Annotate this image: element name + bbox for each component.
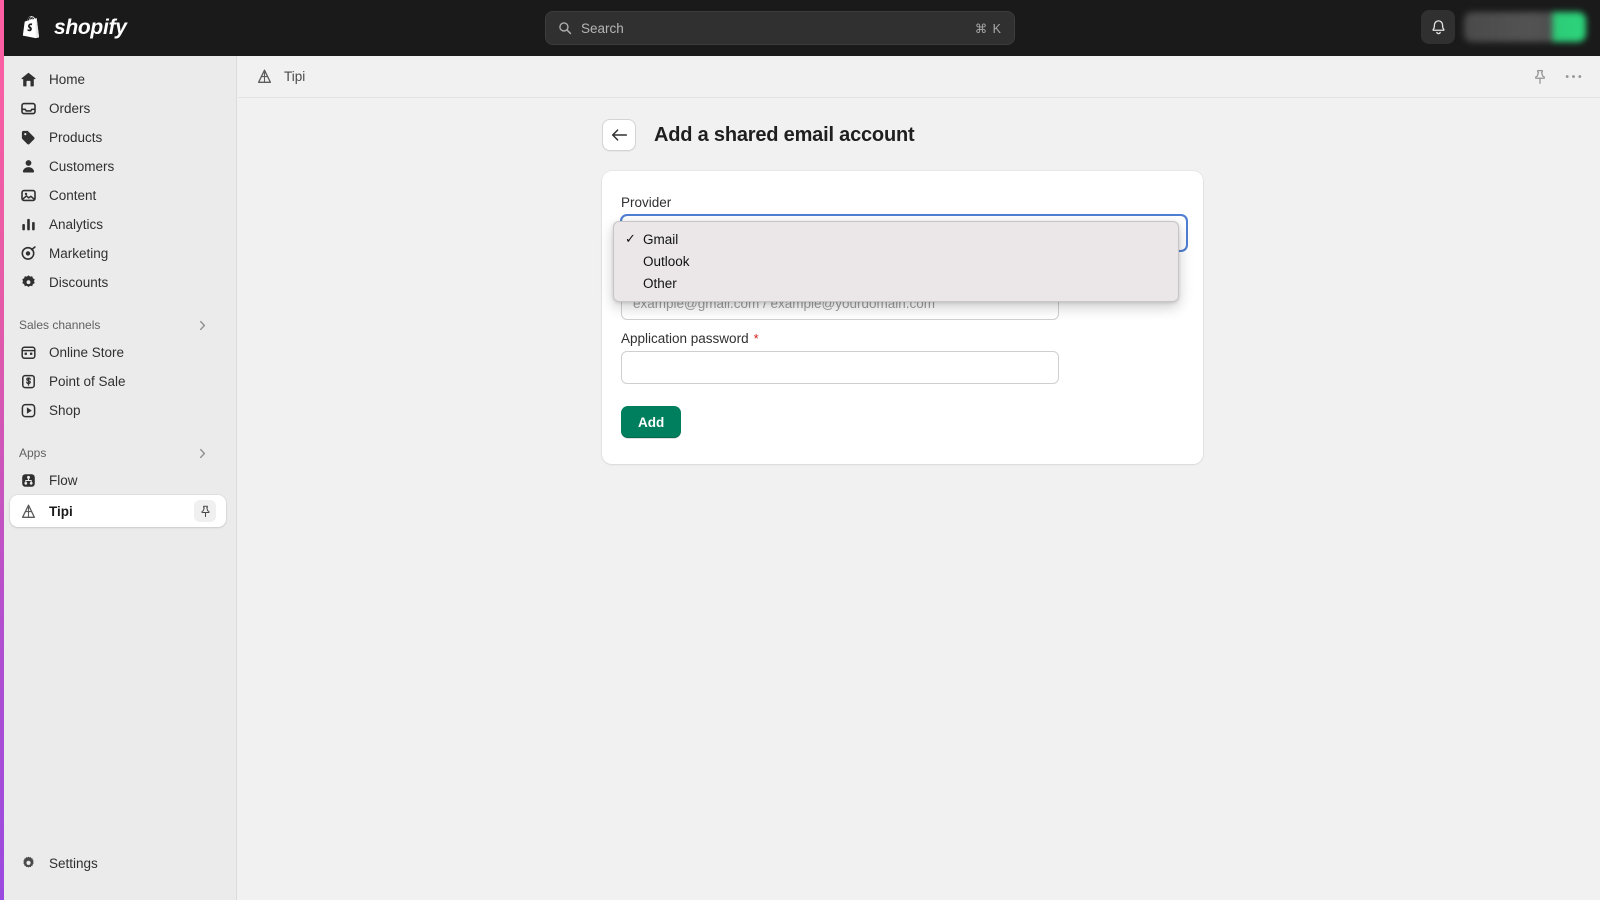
sidebar-item-label: Online Store xyxy=(49,345,124,360)
sidebar-item-customers[interactable]: Customers xyxy=(10,152,226,180)
group-title: Apps xyxy=(19,446,46,460)
sidebar-item-marketing[interactable]: Marketing xyxy=(10,239,226,267)
sidebar-item-products[interactable]: Products xyxy=(10,123,226,151)
global-search[interactable]: Search ⌘ K xyxy=(545,11,1015,45)
sidebar-item-label: Settings xyxy=(49,856,98,871)
sidebar-item-tipi[interactable]: Tipi xyxy=(10,495,226,527)
provider-select-shell: ✓ Gmail Outlook Other xyxy=(621,215,1183,251)
sidebar-item-shop[interactable]: Shop xyxy=(10,396,226,424)
bell-icon xyxy=(1430,19,1447,36)
group-title: Sales channels xyxy=(19,318,100,332)
sidebar-item-label: Home xyxy=(49,72,85,87)
provider-option-other[interactable]: Other xyxy=(614,272,1178,294)
home-icon xyxy=(20,71,37,88)
sidebar-item-label: Customers xyxy=(49,159,114,174)
back-button[interactable] xyxy=(602,119,636,151)
chevron-right-icon xyxy=(197,320,208,331)
customer-person-icon xyxy=(20,158,37,175)
marketing-target-icon xyxy=(20,245,37,262)
app-password-label: Application password xyxy=(621,331,749,346)
left-edge-accent-stripe xyxy=(0,0,4,900)
flow-icon xyxy=(20,472,37,489)
products-tag-icon xyxy=(20,129,37,146)
search-placeholder: Search xyxy=(581,21,975,36)
app-title-group: Tipi xyxy=(256,68,305,85)
sidebar-item-label: Products xyxy=(49,130,102,145)
option-label: Outlook xyxy=(643,254,690,269)
sidebar-item-discounts[interactable]: Discounts xyxy=(10,268,226,296)
topbar-right-actions xyxy=(1421,10,1586,44)
main-sidebar: Home Orders Products Customers Content xyxy=(0,56,237,900)
sidebar-item-tipi-content: Tipi xyxy=(20,503,73,520)
arrow-left-icon xyxy=(611,128,628,142)
app-header-actions xyxy=(1532,69,1582,85)
tipi-teepee-icon xyxy=(256,68,273,85)
provider-label: Provider xyxy=(621,195,671,210)
app-password-label-row: Application password * xyxy=(621,331,1183,346)
sidebar-item-analytics[interactable]: Analytics xyxy=(10,210,226,238)
sidebar-item-label: Point of Sale xyxy=(49,374,126,389)
point-of-sale-icon xyxy=(20,373,37,390)
sidebar-item-point-of-sale[interactable]: Point of Sale xyxy=(10,367,226,395)
page-header: Add a shared email account xyxy=(602,119,914,151)
pin-icon[interactable] xyxy=(1532,69,1548,85)
sidebar-item-label: Flow xyxy=(49,473,78,488)
sidebar-item-flow[interactable]: Flow xyxy=(10,466,226,494)
embedded-app-header: Tipi xyxy=(238,56,1600,98)
add-email-account-card: Provider ✓ Gmail Outlook Other xyxy=(602,171,1203,464)
sidebar-item-online-store[interactable]: Online Store xyxy=(10,338,226,366)
sidebar-primary-nav: Home Orders Products Customers Content xyxy=(0,56,236,527)
shopify-brand-wordmark: shopify xyxy=(54,16,127,40)
gear-icon xyxy=(20,855,37,872)
sidebar-item-label: Content xyxy=(49,188,96,203)
online-store-icon xyxy=(20,344,37,361)
analytics-bars-icon xyxy=(20,216,37,233)
shopify-bag-icon xyxy=(22,16,45,41)
search-icon xyxy=(558,21,572,35)
app-password-input[interactable] xyxy=(621,351,1059,384)
more-horizontal-icon[interactable] xyxy=(1565,74,1582,79)
shop-icon xyxy=(20,402,37,419)
sidebar-item-label: Analytics xyxy=(49,217,103,232)
app-password-field-group: Application password * xyxy=(621,331,1183,384)
tipi-teepee-icon xyxy=(20,503,37,520)
pin-app-button[interactable] xyxy=(194,500,216,522)
app-name-label: Tipi xyxy=(284,69,305,84)
chevron-right-icon xyxy=(197,448,208,459)
provider-label-row: Provider xyxy=(621,195,1183,210)
option-label: Gmail xyxy=(643,232,678,247)
add-button[interactable]: Add xyxy=(621,406,681,438)
required-marker: * xyxy=(754,332,759,345)
sidebar-item-label: Orders xyxy=(49,101,90,116)
global-topbar: shopify Search ⌘ K xyxy=(0,0,1600,56)
orders-inbox-icon xyxy=(20,100,37,117)
content-image-icon xyxy=(20,187,37,204)
sidebar-item-home[interactable]: Home xyxy=(10,65,226,93)
search-shortcut-hint: ⌘ K xyxy=(975,21,1002,36)
sidebar-group-sales-channels[interactable]: Sales channels xyxy=(10,312,226,338)
provider-dropdown-menu: ✓ Gmail Outlook Other xyxy=(613,221,1179,302)
page-title: Add a shared email account xyxy=(654,124,914,147)
app-content-canvas: Add a shared email account Provider ✓ Gm… xyxy=(238,98,1600,900)
store-account-pill[interactable] xyxy=(1464,12,1586,42)
shopify-brand[interactable]: shopify xyxy=(22,16,127,41)
sidebar-group-apps[interactable]: Apps xyxy=(10,440,226,466)
sidebar-item-orders[interactable]: Orders xyxy=(10,94,226,122)
search-input[interactable]: Search ⌘ K xyxy=(545,11,1015,45)
check-icon: ✓ xyxy=(624,231,637,247)
provider-option-outlook[interactable]: Outlook xyxy=(614,250,1178,272)
pin-icon xyxy=(199,505,212,518)
option-label: Other xyxy=(643,276,677,291)
provider-option-gmail[interactable]: ✓ Gmail xyxy=(614,228,1178,250)
sidebar-item-content[interactable]: Content xyxy=(10,181,226,209)
sidebar-item-label: Marketing xyxy=(49,246,108,261)
sidebar-item-label: Discounts xyxy=(49,275,108,290)
sidebar-settings-row: Settings xyxy=(10,849,227,878)
provider-field: Provider ✓ Gmail Outlook Other xyxy=(621,195,1183,251)
discounts-badge-icon xyxy=(20,274,37,291)
sidebar-item-settings[interactable]: Settings xyxy=(10,849,227,877)
sidebar-item-label: Shop xyxy=(49,403,81,418)
sidebar-item-label: Tipi xyxy=(49,504,73,519)
notifications-button[interactable] xyxy=(1421,10,1455,44)
